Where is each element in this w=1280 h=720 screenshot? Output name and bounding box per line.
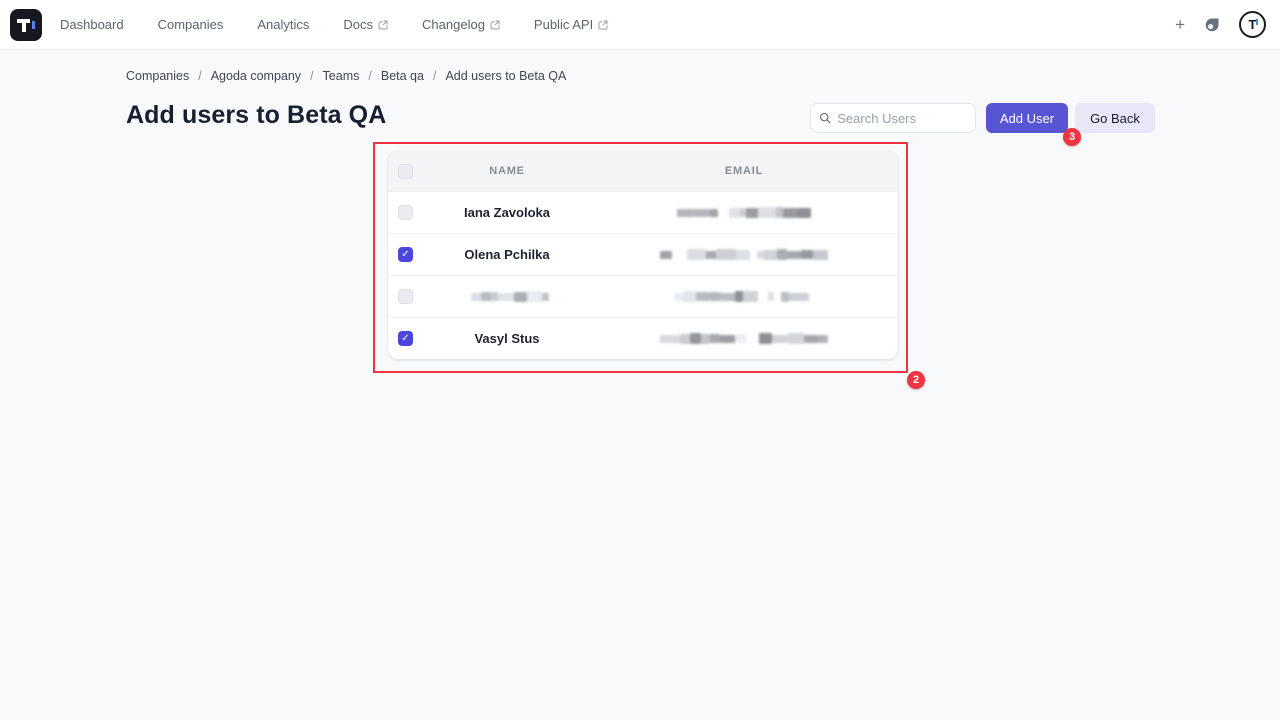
- row-checkbox[interactable]: ✓: [398, 331, 413, 346]
- email-redacted: [674, 291, 814, 303]
- annotation-badge-3: 3: [1063, 128, 1081, 146]
- email-redacted: [660, 249, 828, 261]
- table-row: [388, 275, 898, 317]
- user-avatar[interactable]: T: [1239, 11, 1266, 38]
- plus-icon[interactable]: +: [1175, 16, 1185, 33]
- add-user-button[interactable]: Add User: [986, 103, 1068, 133]
- row-checkbox[interactable]: [398, 205, 413, 220]
- nav-item-label: Analytics: [257, 17, 309, 32]
- nav-item-label: Public API: [534, 17, 593, 32]
- select-all-checkbox[interactable]: [398, 164, 413, 179]
- row-email-cell: [590, 249, 898, 261]
- users-table: Name Email Iana Zavoloka ✓ Olena Pchilka ✓ V…: [388, 151, 898, 359]
- nav-item-public-api[interactable]: Public API: [534, 17, 608, 32]
- name-redacted: [461, 291, 553, 303]
- row-email-cell: [590, 207, 898, 219]
- breadcrumb-separator: /: [198, 69, 201, 83]
- nav-item-label: Changelog: [422, 17, 485, 32]
- row-checkbox-cell: ✓: [388, 331, 424, 346]
- row-name-cell: [424, 291, 590, 303]
- breadcrumb-item-teams[interactable]: Teams: [323, 69, 360, 83]
- row-checkbox-cell: [388, 205, 424, 220]
- user-name: Iana Zavoloka: [464, 205, 550, 220]
- row-email-cell: [590, 291, 898, 303]
- page-title: Add users to Beta QA: [126, 101, 386, 130]
- user-name: Vasyl Stus: [474, 331, 539, 346]
- email-redacted: [677, 207, 811, 219]
- external-link-icon: [490, 20, 500, 30]
- external-link-icon: [378, 20, 388, 30]
- row-checkbox[interactable]: ✓: [398, 247, 413, 262]
- row-checkbox-cell: ✓: [388, 247, 424, 262]
- nav-item-analytics[interactable]: Analytics: [257, 17, 309, 32]
- feedback-icon[interactable]: [1203, 16, 1221, 34]
- annotation-badge-2: 2: [907, 371, 925, 389]
- breadcrumb-item-beta-qa[interactable]: Beta qa: [381, 69, 424, 83]
- row-checkbox-cell: [388, 289, 424, 304]
- email-redacted: [660, 333, 828, 345]
- breadcrumb-separator: /: [310, 69, 313, 83]
- row-email-cell: [590, 333, 898, 345]
- table-row: ✓ Olena Pchilka: [388, 233, 898, 275]
- external-link-icon: [598, 20, 608, 30]
- breadcrumb-separator: /: [368, 69, 371, 83]
- table-row: Iana Zavoloka: [388, 191, 898, 233]
- table-row: ✓ Vasyl Stus: [388, 317, 898, 359]
- header-email-cell: Email: [590, 165, 898, 177]
- logo-blue-tick: [32, 21, 35, 29]
- column-header-email: Email: [725, 165, 763, 177]
- breadcrumb-separator: /: [433, 69, 436, 83]
- nav-items: Dashboard Companies Analytics Docs Changelog…: [60, 17, 608, 32]
- breadcrumb-item-agoda-company[interactable]: Agoda company: [211, 69, 301, 83]
- app-logo[interactable]: [10, 9, 42, 41]
- nav-item-label: Dashboard: [60, 17, 124, 32]
- nav-item-companies[interactable]: Companies: [158, 17, 224, 32]
- breadcrumb-item-companies[interactable]: Companies: [126, 69, 189, 83]
- table-body: Iana Zavoloka ✓ Olena Pchilka ✓ Vasyl Stus: [388, 191, 898, 359]
- table-header-row: Name Email: [388, 151, 898, 191]
- column-header-name: Name: [489, 165, 525, 177]
- header-name-cell: Name: [424, 165, 590, 177]
- top-navbar: Dashboard Companies Analytics Docs Changelog…: [0, 0, 1280, 50]
- header-checkbox-cell: [388, 164, 424, 179]
- go-back-button[interactable]: Go Back: [1075, 103, 1155, 133]
- search-icon: [819, 111, 831, 125]
- search-users-box: [810, 103, 976, 133]
- nav-item-dashboard[interactable]: Dashboard: [60, 17, 124, 32]
- nav-item-changelog[interactable]: Changelog: [422, 17, 500, 32]
- user-name: Olena Pchilka: [464, 247, 549, 262]
- nav-item-docs[interactable]: Docs: [343, 17, 388, 32]
- logo-t-stem: [22, 19, 27, 32]
- row-checkbox[interactable]: [398, 289, 413, 304]
- avatar-blue-tick: [1256, 19, 1258, 25]
- nav-item-label: Companies: [158, 17, 224, 32]
- search-users-input[interactable]: [837, 111, 967, 126]
- breadcrumb-item-add-users-to-beta-qa: Add users to Beta QA: [445, 69, 566, 83]
- nav-right: + T: [1175, 11, 1266, 38]
- nav-item-label: Docs: [343, 17, 373, 32]
- row-name-cell: Iana Zavoloka: [424, 205, 590, 220]
- row-name-cell: Vasyl Stus: [424, 331, 590, 346]
- row-name-cell: Olena Pchilka: [424, 247, 590, 262]
- breadcrumb: Companies / Agoda company / Teams / Beta qa / Ad…: [126, 69, 566, 83]
